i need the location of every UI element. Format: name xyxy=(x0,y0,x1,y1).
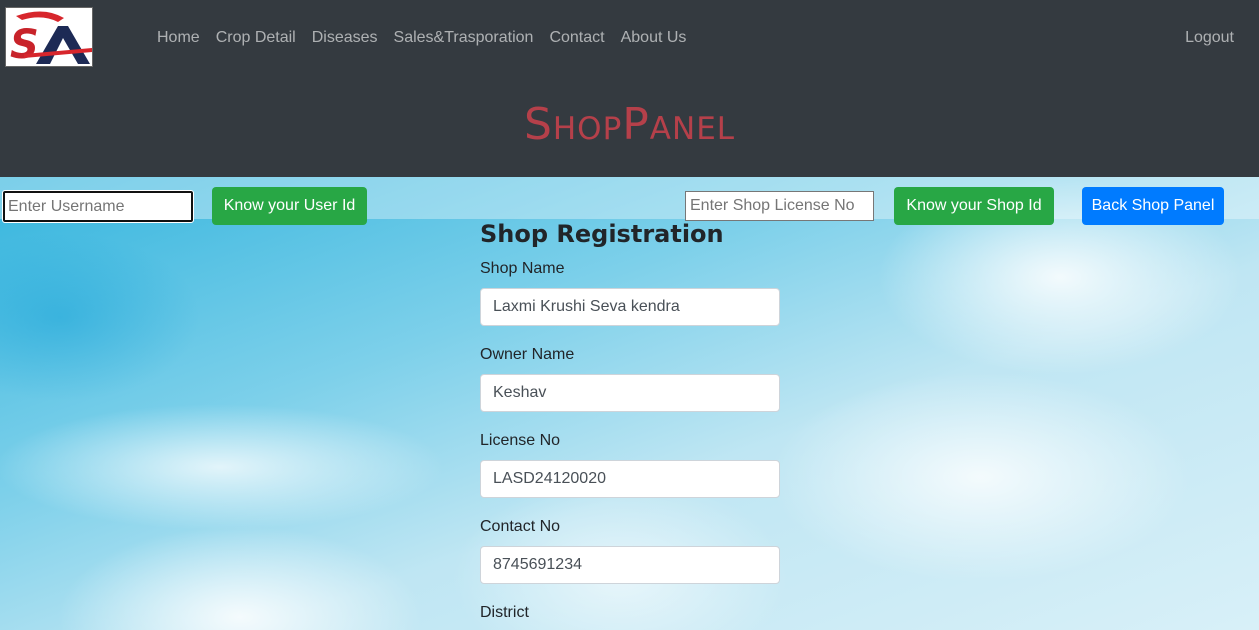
license-no-label: License No xyxy=(480,432,561,449)
nav-diseases[interactable]: Diseases xyxy=(304,28,386,48)
username-input[interactable] xyxy=(2,190,194,223)
logo-letter-s: S xyxy=(10,22,39,67)
form-title: Shop Registration xyxy=(480,220,724,248)
nav-sales-transportation[interactable]: Sales&Trasporation xyxy=(386,28,542,48)
top-navbar: S Home Crop Detail Diseases Sales&Traspo… xyxy=(0,0,1259,177)
license-no-field[interactable] xyxy=(480,460,780,498)
owner-name-field[interactable] xyxy=(480,374,780,412)
nav-contact[interactable]: Contact xyxy=(541,28,612,48)
nav-home[interactable]: Home xyxy=(149,28,208,48)
owner-name-label: Owner Name xyxy=(480,346,575,363)
contact-no-label: Contact No xyxy=(480,518,561,535)
back-shop-panel-button[interactable]: Back Shop Panel xyxy=(1082,187,1224,225)
page-title: ShopPanel xyxy=(523,99,736,150)
district-label: District xyxy=(480,604,529,621)
shop-name-label: Shop Name xyxy=(480,260,565,277)
contact-no-field[interactable] xyxy=(480,546,780,584)
know-user-id-button[interactable]: Know your User Id xyxy=(212,187,367,225)
main-nav: Home Crop Detail Diseases Sales&Traspora… xyxy=(149,28,694,48)
site-logo[interactable]: S xyxy=(5,7,93,67)
logout-link[interactable]: Logout xyxy=(1185,28,1234,48)
license-search-input[interactable] xyxy=(685,191,874,221)
know-shop-id-button[interactable]: Know your Shop Id xyxy=(894,187,1054,225)
nav-crop-detail[interactable]: Crop Detail xyxy=(208,28,304,48)
nav-about-us[interactable]: About Us xyxy=(613,28,695,48)
shop-name-field[interactable] xyxy=(480,288,780,326)
main-content: Know your User Id Know your Shop Id Back… xyxy=(0,177,1259,630)
